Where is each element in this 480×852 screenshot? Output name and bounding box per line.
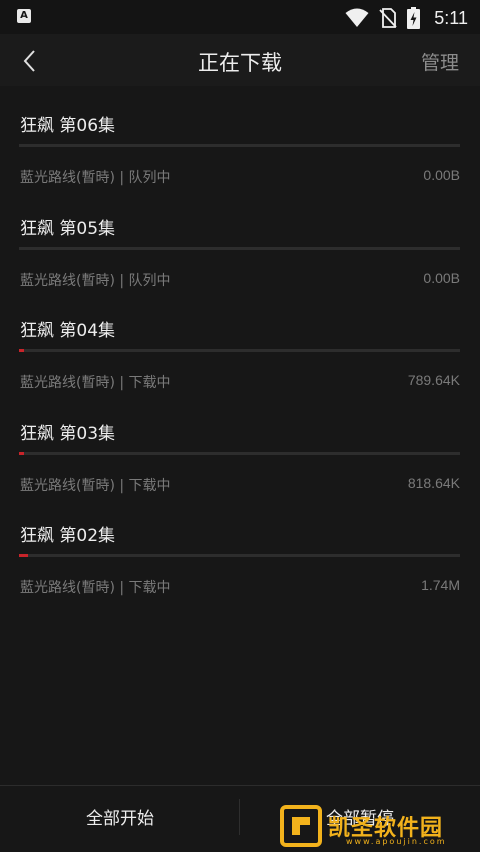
pause-all-button[interactable]: 全部暂停 bbox=[240, 786, 480, 852]
download-status: 藍光路线(暫時) | 队列中 bbox=[20, 170, 171, 186]
download-size: 0.00B bbox=[423, 269, 460, 286]
download-status: 藍光路线(暫時) | 下载中 bbox=[20, 375, 171, 391]
manage-button[interactable]: 管理 bbox=[421, 48, 459, 75]
progress-fill bbox=[19, 349, 25, 352]
download-item[interactable]: 狂飙 第03集藍光路线(暫時) | 下载中 818.64K bbox=[0, 396, 480, 499]
download-status: 藍光路线(暫時) | 下载中 bbox=[20, 477, 171, 494]
bottom-action-bar: 全部开始 全部暂停 bbox=[0, 785, 480, 852]
progress-fill bbox=[19, 554, 28, 557]
battery-charging-icon bbox=[407, 7, 421, 29]
progress-fill bbox=[19, 451, 25, 455]
download-item[interactable]: 狂飙 第05集藍光路线(暫時) | 队列中 0.00B bbox=[0, 191, 480, 294]
page-title: 正在下载 bbox=[198, 51, 282, 75]
download-size: 0.00B bbox=[423, 167, 460, 183]
episode-title: 狂飙 第06集 bbox=[20, 116, 116, 136]
download-item[interactable]: 狂飙 第02集藍光路线(暫時) | 下载中 1.74M bbox=[0, 498, 480, 601]
progress-bar bbox=[19, 451, 460, 455]
no-sim-icon bbox=[379, 8, 397, 28]
start-all-button[interactable]: 全部开始 bbox=[0, 786, 240, 852]
download-status: 藍光路线(暫時) | 下载中 bbox=[20, 580, 171, 596]
progress-bar bbox=[19, 349, 460, 352]
clock: 5:11 bbox=[434, 7, 468, 28]
episode-title: 狂飙 第05集 bbox=[20, 218, 116, 239]
progress-bar bbox=[19, 144, 460, 147]
wifi-icon bbox=[345, 8, 369, 27]
progress-bar bbox=[19, 554, 460, 557]
download-size: 789.64K bbox=[407, 372, 460, 388]
progress-bar bbox=[19, 246, 460, 250]
download-item[interactable]: 狂飙 第06集藍光路线(暫時) | 队列中 0.00B bbox=[0, 88, 480, 191]
download-list: 狂飙 第06集 藍光路线(暫時) | 队列中 0.00B 狂飙 第05集 藍光路线(暫時… bbox=[0, 88, 480, 601]
download-size: 818.64K bbox=[407, 474, 460, 491]
episode-title: 狂飙 第04集 bbox=[20, 321, 116, 341]
episode-title: 狂飙 第03集 bbox=[20, 423, 116, 444]
episode-title: 狂飙 第02集 bbox=[20, 526, 116, 546]
download-item[interactable]: 狂飙 第04集藍光路线(暫時) | 下载中 789.64K bbox=[0, 293, 480, 396]
status-bar: A 5:11 bbox=[0, 0, 480, 34]
download-size: 1.74M bbox=[421, 577, 460, 593]
status-icons: 5:11 bbox=[345, 7, 468, 29]
app-header: 正在下载 管理 bbox=[0, 34, 480, 86]
app-notification-icon: A bbox=[17, 9, 31, 23]
download-status: 藍光路线(暫時) | 队列中 bbox=[20, 272, 171, 289]
